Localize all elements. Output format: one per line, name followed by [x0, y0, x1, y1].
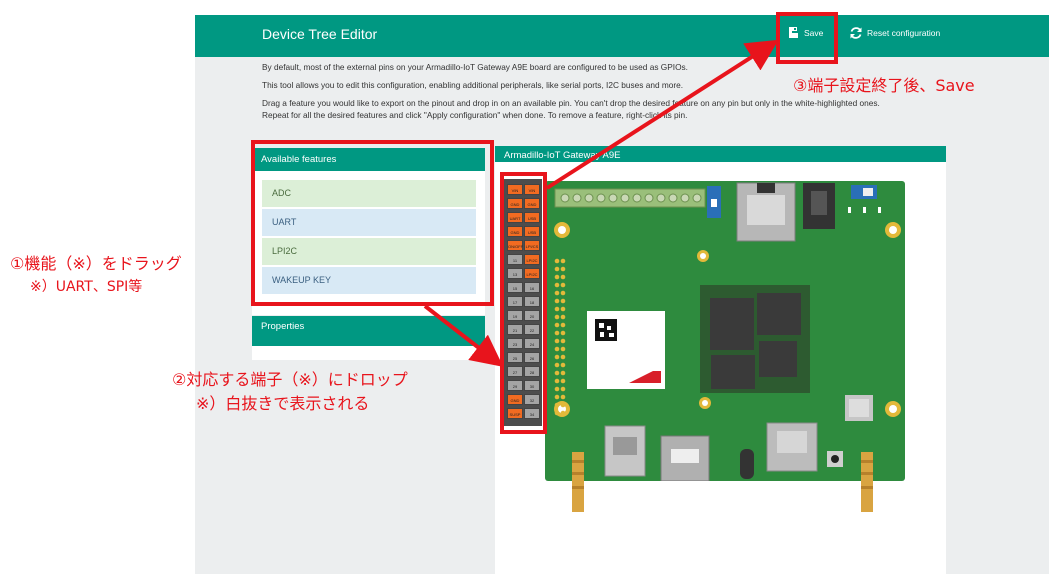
intro-line-4: Repeat for all the desired features and … [262, 110, 688, 120]
refresh-icon [850, 27, 862, 39]
properties-header: Properties [252, 316, 485, 346]
annotation-step3: ③端子設定終了後、Save [793, 76, 975, 95]
intro-line-3: Drag a feature you would like to export … [262, 98, 880, 108]
annotation-step2-title: ②対応する端子（※）にドロップ [172, 370, 408, 389]
annotation-step1-title: ①機能（※）をドラッグ [10, 254, 182, 273]
annotation-box-save [776, 12, 838, 64]
top-bar: Device Tree Editor Save Reset configurat… [195, 15, 1049, 57]
annotation-step1-note: ※）UART、SPI等 [30, 279, 143, 295]
antenna-icon [861, 452, 873, 512]
reset-configuration-button[interactable]: Reset configuration [849, 26, 940, 40]
board-illustration [554, 182, 901, 481]
reset-label: Reset configuration [867, 28, 941, 38]
app-title: Device Tree Editor [262, 26, 378, 42]
antenna-icon [572, 452, 584, 512]
annotation-box-pins [500, 172, 547, 434]
annotation-box-features [251, 140, 494, 306]
board-image [545, 181, 905, 481]
properties-body [252, 346, 485, 360]
annotation-step2-note: ※）白抜きで表示される [196, 394, 370, 413]
